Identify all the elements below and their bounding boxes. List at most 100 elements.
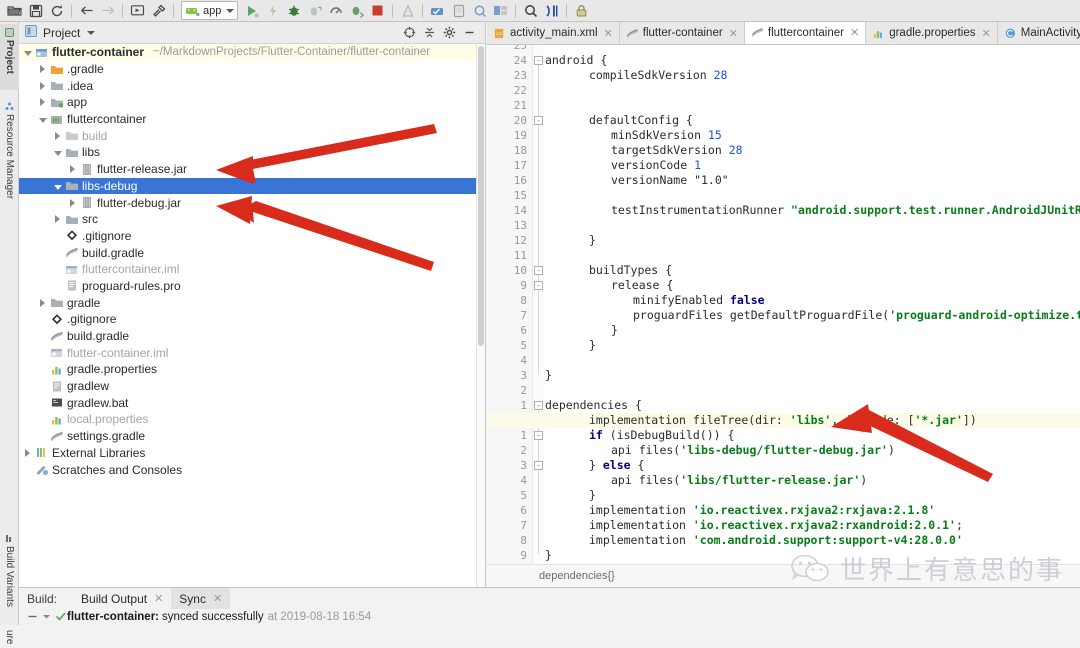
sync-refresh-icon[interactable] — [46, 1, 67, 20]
tree-row[interactable]: gradlew — [19, 378, 476, 395]
editor-tab[interactable]: flutter-container ✕ — [619, 22, 745, 44]
settings-gear-icon[interactable] — [439, 24, 459, 42]
tree-row[interactable]: flutter-container.iml — [19, 344, 476, 361]
tree-row[interactable]: build — [19, 127, 476, 144]
tree-row[interactable]: proguard-rules.pro — [19, 278, 476, 295]
search-everywhere-icon[interactable] — [520, 1, 541, 20]
code-line[interactable]: dependencies { — [545, 398, 642, 413]
close-icon[interactable]: ✕ — [982, 27, 991, 40]
tree-row[interactable]: build.gradle — [19, 244, 476, 261]
layout-inspector-icon[interactable] — [490, 1, 511, 20]
code-fold-toggle[interactable]: - — [534, 431, 543, 440]
project-tree-scrollbar[interactable] — [476, 44, 485, 587]
expand-chevron-right-icon[interactable] — [66, 196, 79, 210]
code-line[interactable]: implementation 'com.android.support:supp… — [589, 533, 963, 548]
code-line[interactable]: implementation fileTree(dir: 'libs', inc… — [589, 413, 977, 428]
tree-row[interactable]: src — [19, 211, 476, 228]
hide-panel-icon[interactable] — [459, 24, 479, 42]
sync-gradle-icon[interactable] — [469, 1, 490, 20]
editor-gutter[interactable]: 25 24 23 22 21 20 19 18 17 16 15 14 13 12 11 10 9 8 7 6 5 4 3 2… — [487, 45, 533, 564]
project-view-chevron-down-icon[interactable] — [87, 30, 96, 35]
code-line[interactable]: versionCode 1 — [611, 158, 701, 173]
tree-row[interactable]: build.gradle — [19, 328, 476, 345]
build-hammer-icon[interactable] — [148, 1, 169, 20]
tree-row[interactable]: libs — [19, 144, 476, 161]
tree-row[interactable]: flutter-debug.jar — [19, 194, 476, 211]
code-line[interactable]: proguardFiles getDefaultProguardFile('pr… — [633, 308, 1080, 323]
code-line[interactable]: } — [611, 323, 618, 338]
tab-build-output[interactable]: Build Output ✕ — [73, 588, 171, 609]
editor-tab[interactable]: <> activity_main.xml ✕ — [487, 22, 620, 44]
tree-row[interactable]: flutter-container ~/MarkdownProjects/Flut… — [19, 44, 476, 61]
tree-row[interactable]: .gitignore — [19, 311, 476, 328]
lock-icon[interactable] — [571, 1, 592, 20]
code-line[interactable]: compileSdkVersion 28 — [589, 68, 727, 83]
tree-row[interactable]: app — [19, 94, 476, 111]
code-line[interactable]: testInstrumentationRunner "android.suppo… — [611, 203, 1080, 218]
run-configuration-selector[interactable]: app — [181, 1, 239, 20]
tree-row[interactable]: flutter-release.jar — [19, 161, 476, 178]
editor-tab[interactable]: fluttercontainer ✕ — [744, 22, 867, 44]
run-icon[interactable] — [241, 1, 262, 20]
device-file-explorer-icon[interactable] — [448, 1, 469, 20]
tree-row[interactable]: settings.gradle — [19, 428, 476, 445]
code-line[interactable]: versionName "1.0" — [611, 173, 729, 188]
code-line[interactable]: minSdkVersion 15 — [611, 128, 722, 143]
code-line[interactable]: api files('libs-debug/flutter-debug.jar'… — [611, 443, 895, 458]
back-arrow-icon[interactable] — [76, 1, 97, 20]
code-line[interactable]: defaultConfig { — [589, 113, 693, 128]
expand-chevron-right-icon[interactable] — [36, 95, 49, 109]
code-line[interactable]: } — [589, 233, 596, 248]
code-line[interactable]: implementation 'io.reactivex.rxjava2:rxj… — [589, 503, 935, 518]
tree-row[interactable]: .gradle — [19, 61, 476, 78]
sidebar-item-structure[interactable]: ure — [0, 626, 19, 648]
run-with-coverage-icon[interactable] — [346, 1, 367, 20]
code-line[interactable]: if (isDebugBuild()) { — [589, 428, 734, 443]
close-icon[interactable]: ✕ — [154, 592, 163, 605]
code-editor[interactable]: 25 24 23 22 21 20 19 18 17 16 15 14 13 12 11 10 9 8 7 6 5 4 3 2… — [487, 45, 1080, 564]
tab-sync[interactable]: Sync ✕ — [171, 588, 231, 609]
expand-chevron-right-icon[interactable] — [51, 212, 64, 226]
stop-icon[interactable] — [367, 1, 388, 20]
tree-row[interactable]: .gitignore — [19, 228, 476, 245]
collapse-chevron-down-icon[interactable] — [51, 179, 64, 193]
tree-row[interactable]: .idea — [19, 77, 476, 94]
collapse-chevron-down-icon[interactable] — [51, 145, 64, 159]
code-fold-toggle[interactable]: - — [534, 56, 543, 65]
editor-tab-bar[interactable]: <> activity_main.xml ✕ flutter-container ✕ fl… — [487, 22, 1080, 45]
tree-row[interactable]: Scratches and Consoles — [19, 461, 476, 478]
scrollbar-thumb[interactable] — [478, 46, 484, 346]
expand-chevron-right-icon[interactable] — [66, 162, 79, 176]
tree-row[interactable]: gradlew.bat — [19, 394, 476, 411]
sidebar-item-build-variants[interactable]: Build Variants — [0, 530, 19, 626]
close-icon[interactable]: ✕ — [729, 27, 738, 40]
profile-icon[interactable] — [325, 1, 346, 20]
debug-icon[interactable] — [283, 1, 304, 20]
tree-row[interactable]: local.properties — [19, 411, 476, 428]
collapse-all-icon[interactable] — [419, 24, 439, 42]
project-tree[interactable]: flutter-container ~/MarkdownProjects/Flut… — [19, 44, 476, 587]
chevron-down-icon[interactable] — [226, 8, 235, 13]
tree-row[interactable]: fluttercontainer.iml — [19, 261, 476, 278]
close-icon[interactable]: ✕ — [850, 26, 859, 39]
code-line[interactable]: } — [545, 548, 552, 563]
code-line[interactable]: } else { — [589, 458, 644, 473]
code-line[interactable]: minifyEnabled false — [633, 293, 765, 308]
code-folding-column[interactable]: - - - - - - - — [533, 45, 545, 564]
code-line[interactable]: android { — [545, 53, 607, 68]
tree-row[interactable]: fluttercontainer — [19, 111, 476, 128]
code-line[interactable]: release { — [611, 278, 673, 293]
tree-row[interactable]: External Libraries — [19, 445, 476, 462]
code-line[interactable]: implementation 'io.reactivex.rxjava2:rxa… — [589, 518, 963, 533]
close-icon[interactable]: ✕ — [213, 592, 222, 605]
attach-debugger-icon[interactable] — [304, 1, 325, 20]
code-fold-toggle[interactable]: - — [534, 461, 543, 470]
code-fold-toggle[interactable]: - — [534, 401, 543, 410]
tree-row[interactable]: gradle.properties — [19, 361, 476, 378]
sidebar-item-project[interactable]: Project — [0, 24, 19, 90]
collapse-minus-icon[interactable] — [25, 611, 39, 622]
code-fold-toggle[interactable]: - — [534, 116, 543, 125]
build-output-row[interactable]: flutter-container: synced successfully a… — [19, 609, 1080, 624]
code-fold-toggle[interactable]: - — [534, 266, 543, 275]
expand-chevron-right-icon[interactable] — [36, 62, 49, 76]
